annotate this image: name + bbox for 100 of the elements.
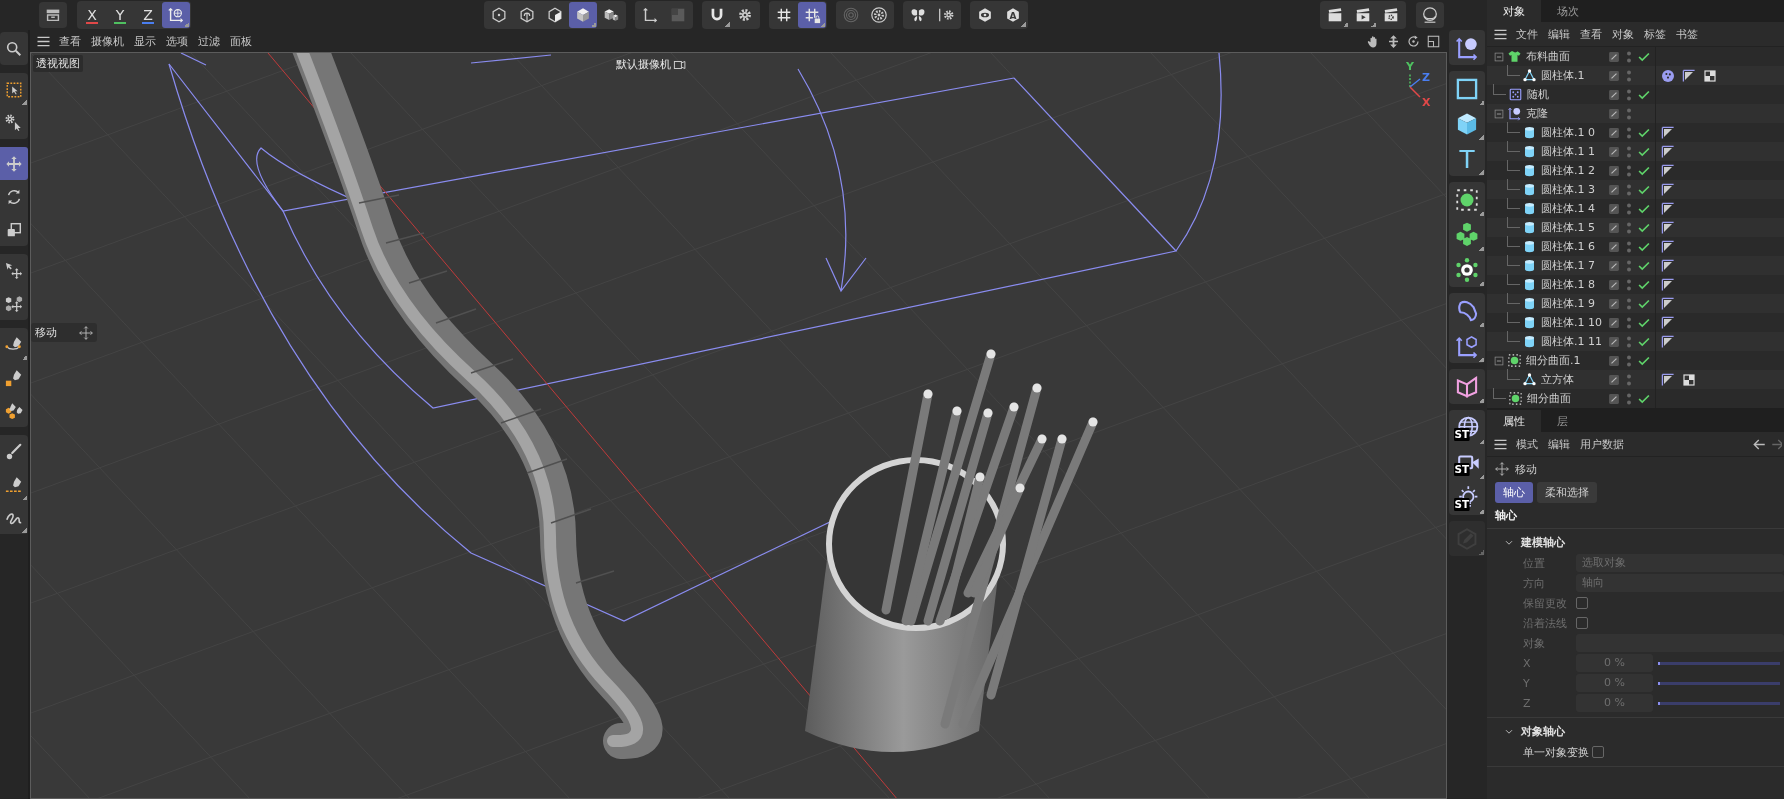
object-row[interactable]: 圆柱体.1 1	[1487, 142, 1784, 161]
corner-flag-icon	[1660, 181, 1676, 198]
object-tool-button[interactable]	[1449, 369, 1485, 404]
cursor-arrows-icon	[5, 261, 23, 280]
cubes-pens-icon	[5, 401, 23, 420]
cylinder-icon	[1522, 296, 1537, 311]
toolbar-button[interactable]: Z	[134, 2, 162, 28]
axis-label: Z	[1422, 72, 1430, 83]
minus-box-icon[interactable]	[1493, 354, 1505, 367]
cylinder-icon	[1522, 201, 1537, 216]
object-row[interactable]: 圆柱体.1 5	[1487, 218, 1784, 237]
object-row[interactable]: 圆柱体.1 3	[1487, 180, 1784, 199]
object-row[interactable]: 圆柱体.1 7	[1487, 256, 1784, 275]
object-row[interactable]: 圆柱体.1 9	[1487, 294, 1784, 313]
corner-flag-icon	[1660, 295, 1676, 312]
menu-item[interactable]: 摄像机	[86, 31, 129, 51]
panel-tab[interactable]: 对象	[1487, 0, 1541, 22]
tool-title: 移动	[1515, 461, 1537, 477]
panel-tab[interactable]: 属性	[1487, 410, 1541, 432]
minus-box-icon[interactable]	[1493, 107, 1505, 120]
dashed-select-icon	[5, 80, 23, 99]
toolbar-button[interactable]: A	[998, 2, 1027, 28]
toolbar-button[interactable]	[162, 2, 190, 28]
menu-item[interactable]: 书签	[1671, 24, 1703, 44]
object-row[interactable]: 克隆	[1487, 104, 1784, 123]
ball-icon	[1660, 67, 1676, 84]
menu-item[interactable]: 文件	[1511, 24, 1543, 44]
object-name: 立方体	[1540, 372, 1574, 387]
toolbar-button[interactable]	[568, 2, 597, 28]
brush-icon	[5, 442, 23, 461]
menu-item[interactable]: 编辑	[1543, 434, 1575, 454]
corner-flag-icon	[1660, 219, 1676, 236]
menu-item[interactable]: 模式	[1511, 434, 1543, 454]
parameter-label: Y	[1523, 676, 1531, 690]
slash-square-icon	[1607, 182, 1621, 197]
toolbar-button[interactable]	[1416, 2, 1444, 28]
slash-square-icon	[1607, 201, 1621, 216]
object-name: 圆柱体.1 4	[1540, 201, 1595, 216]
cubes-stack-icon	[1454, 221, 1480, 248]
object-name: 圆柱体.1 7	[1540, 258, 1595, 273]
tool-button[interactable]	[0, 32, 28, 65]
corner-flag-icon	[1660, 200, 1676, 217]
object-name: 圆柱体.1 10	[1540, 315, 1602, 330]
object-row[interactable]: 圆柱体.1	[1487, 66, 1784, 85]
corner-flag-icon	[1660, 124, 1676, 141]
section-tab[interactable]: 轴心	[1495, 481, 1533, 503]
object-name: 圆柱体.1 9	[1540, 296, 1595, 311]
pen-block-icon	[5, 368, 23, 387]
cylinder-icon	[1522, 182, 1537, 197]
tool-button[interactable]	[0, 147, 28, 180]
checkbox[interactable]	[1592, 746, 1604, 758]
panel-tab[interactable]: 层	[1541, 410, 1584, 432]
axis-label: X	[1422, 97, 1431, 108]
cylinder-icon	[1522, 239, 1537, 254]
split-window-icon	[1425, 33, 1441, 49]
slider-track[interactable]	[1658, 681, 1780, 685]
rings-icon	[841, 6, 860, 24]
object-name: 克隆	[1525, 106, 1548, 121]
menu-item[interactable]: 面板	[225, 31, 257, 51]
object-name: 圆柱体.1	[1540, 68, 1585, 83]
object-row[interactable]: 立方体	[1487, 370, 1784, 389]
bowtie-frame-icon	[1454, 373, 1480, 400]
clapperboard-icon	[1326, 6, 1344, 24]
menu-item[interactable]: 查看	[54, 31, 86, 51]
section-tab[interactable]: 柔和选择	[1537, 481, 1597, 503]
slash-square-icon	[1607, 68, 1621, 83]
checker-icon	[1681, 371, 1697, 388]
dotted-frame-ball-icon	[1508, 391, 1523, 406]
slash-square-icon	[1607, 125, 1621, 140]
slider-track[interactable]	[1658, 701, 1780, 705]
corner-flag-icon	[1681, 67, 1697, 84]
object-tool-button[interactable]	[1449, 30, 1485, 65]
minus-box-icon[interactable]	[1493, 50, 1505, 63]
menu-item[interactable]: 用户数据	[1575, 434, 1629, 454]
slash-square-icon	[1607, 220, 1621, 235]
menu-item[interactable]: 查看	[1575, 24, 1607, 44]
toolbar-button[interactable]	[39, 2, 67, 28]
menu-item[interactable]: 标签	[1639, 24, 1671, 44]
slash-square-icon	[1607, 144, 1621, 159]
parameter-label: 对象	[1523, 635, 1546, 651]
slider-track[interactable]	[1658, 661, 1780, 665]
menu-item[interactable]: 对象	[1607, 24, 1639, 44]
corner-flag-icon	[1660, 314, 1676, 331]
group-title[interactable]: 建模轴心	[1521, 535, 1565, 550]
menu-item[interactable]: 选项	[161, 31, 193, 51]
corner-flag-icon	[1660, 238, 1676, 255]
parameter-label: 位置	[1523, 555, 1546, 571]
slash-square-icon	[1607, 277, 1621, 292]
axis-ball-icon	[1507, 106, 1522, 121]
menu-item[interactable]: 显示	[129, 31, 161, 51]
group-title[interactable]: 对象轴心	[1521, 724, 1565, 739]
cylinder-icon	[1522, 334, 1537, 349]
toolbar-button[interactable]: Y	[106, 2, 134, 28]
menu-item[interactable]: 过滤	[193, 31, 225, 51]
panel-tab[interactable]: 场次	[1541, 0, 1595, 22]
toolbar-button[interactable]: X	[78, 2, 106, 28]
toolbar-button[interactable]	[797, 2, 826, 28]
object-row[interactable]: 圆柱体.1 11	[1487, 332, 1784, 351]
camera-name-label[interactable]: 默认摄像机	[616, 57, 671, 72]
menu-item[interactable]: 编辑	[1543, 24, 1575, 44]
